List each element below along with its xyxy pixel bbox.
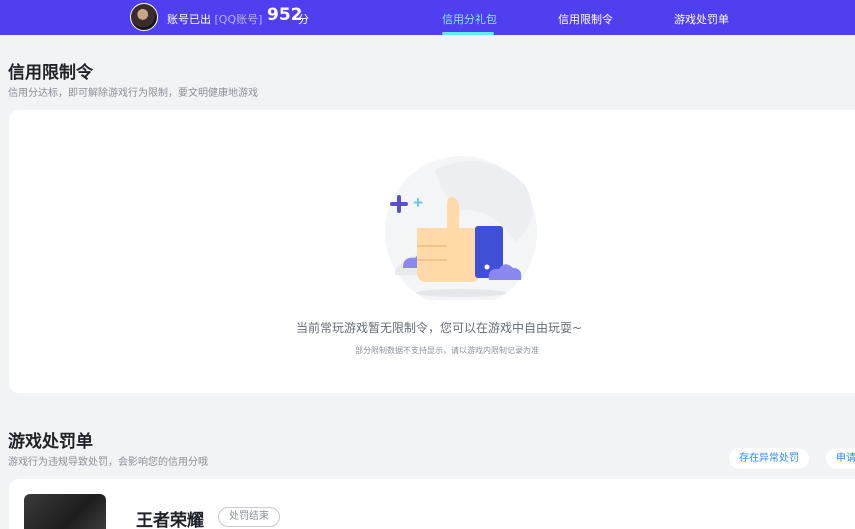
account-status: 账号已出 [167,13,211,26]
credit-score-unit: 分 [298,13,309,26]
restriction-section-subtitle: 信用分达标，即可解除游戏行为限制，要文明健康地游戏 [8,88,258,99]
account-info: 账号已出 [QQ账号] [167,11,262,27]
user-avatar[interactable] [130,3,158,31]
active-tab-indicator [442,32,494,35]
tab-credit-restriction[interactable]: 信用限制令 [558,11,613,27]
penalty-section-title: 游戏处罚单 [8,432,93,452]
report-abnormal-penalty-button[interactable]: 存在异常处罚 [729,448,809,469]
tab-game-penalty[interactable]: 游戏处罚单 [674,11,729,27]
game-thumbnail[interactable] [24,494,106,529]
penalty-game-name[interactable]: 王者荣耀 [136,506,204,529]
restriction-section-title: 信用限制令 [8,63,93,83]
penalty-status-badge: 处罚结束 [218,507,280,527]
tab-credit-gift[interactable]: 信用分礼包 [442,11,497,27]
penalty-section-subtitle: 游戏行为违规导致处罚，会影响您的信用分哦 [8,457,208,468]
empty-state-note: 部分限制数据不支持显示，请以游戏内限制记录为准 [355,346,539,355]
appeal-button[interactable]: 申请 [826,448,855,469]
empty-state-message: 当前常玩游戏暂无限制令，您可以在游戏中自由玩耍~ [296,321,583,335]
thumbs-up-illustration [385,156,537,300]
account-type: [QQ账号] [214,13,263,26]
